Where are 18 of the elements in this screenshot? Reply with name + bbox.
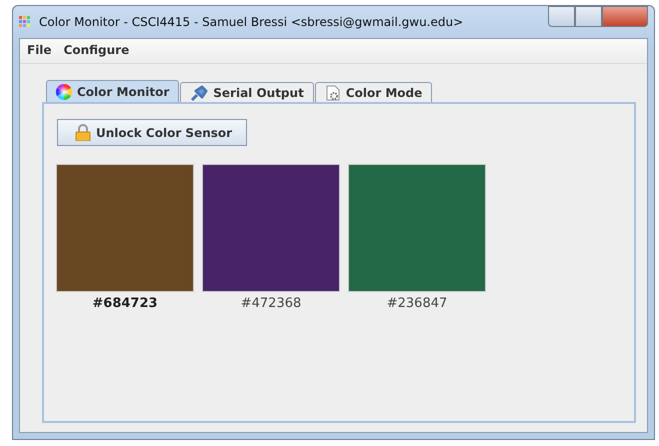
- window-title: Color Monitor - CSCI4415 - Samuel Bressi <sbressi@gwmail.gwu.edu>: [39, 15, 464, 29]
- app-icon: [19, 16, 31, 28]
- close-button[interactable]: [602, 6, 648, 27]
- color-wheel-icon: [56, 84, 72, 100]
- color-code: #472368: [240, 296, 302, 311]
- tab[interactable]: Serial Output: [180, 82, 314, 102]
- minimize-button[interactable]: [548, 6, 575, 27]
- gear-document-icon: [324, 84, 341, 100]
- padlock-icon: [75, 124, 91, 141]
- unlock-button[interactable]: Unlock Color Sensor: [57, 119, 248, 146]
- menu-item[interactable]: File: [27, 43, 52, 59]
- menu-item[interactable]: Configure: [64, 43, 130, 59]
- color-code: #236847: [386, 296, 448, 311]
- tab[interactable]: Color Mode: [314, 82, 432, 102]
- tab[interactable]: Color Monitor: [46, 80, 180, 102]
- color-code: #684723: [92, 296, 158, 311]
- plug-icon: [190, 84, 208, 100]
- maximize-button[interactable]: [575, 6, 602, 27]
